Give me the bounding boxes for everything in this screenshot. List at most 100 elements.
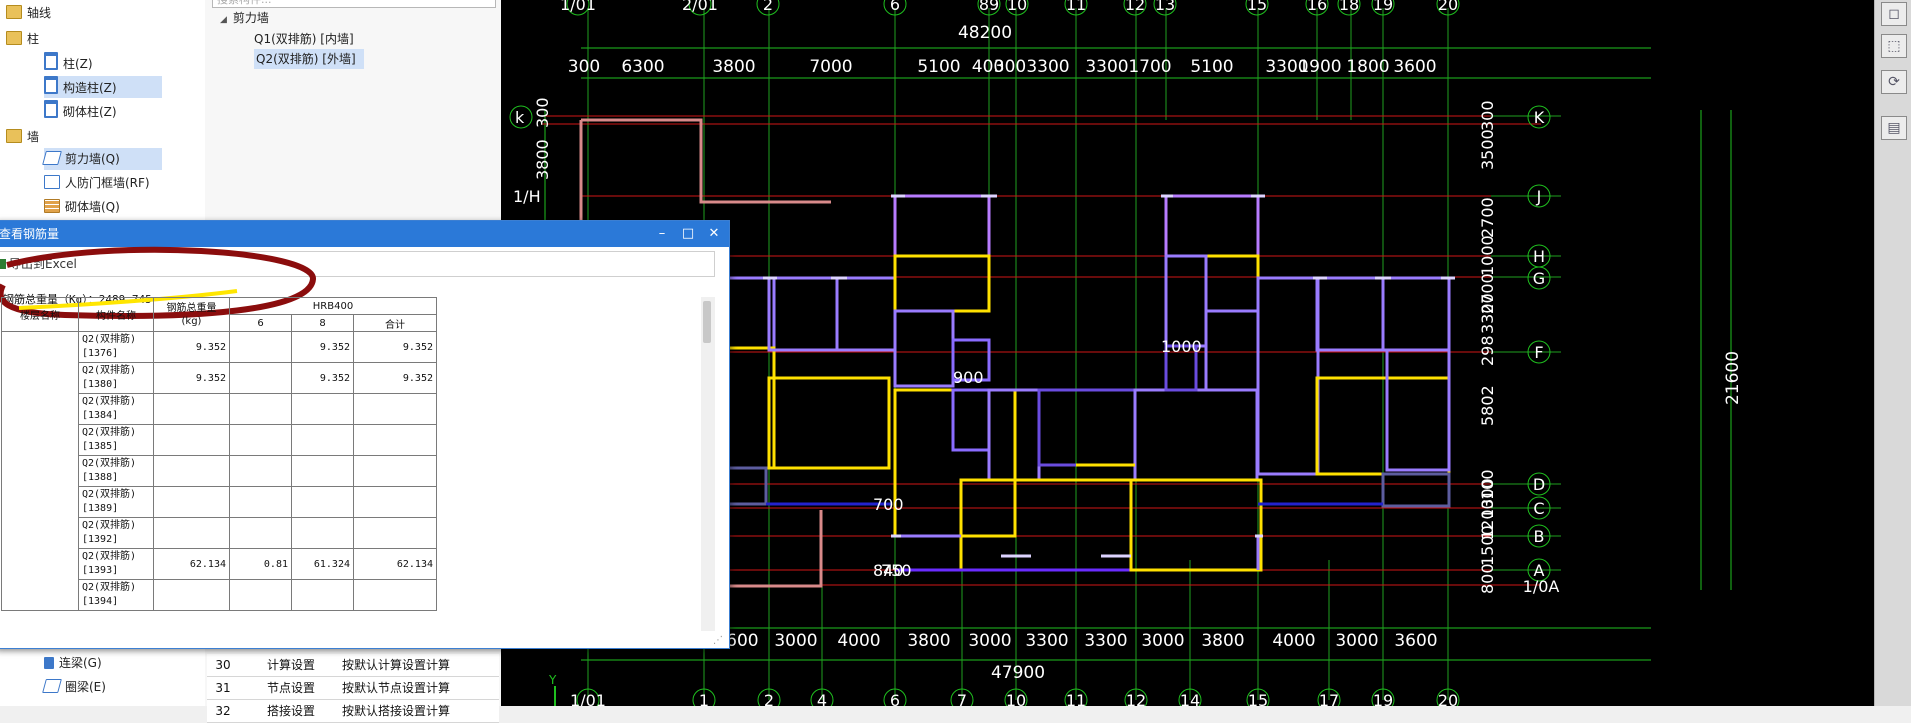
cell-component: Q2(双排筋)[1376] bbox=[78, 331, 154, 363]
close-icon[interactable]: ✕ bbox=[701, 221, 727, 247]
cell-weight: 9.352 bbox=[153, 331, 230, 363]
cube-view-icon[interactable]: ◻ bbox=[1881, 2, 1907, 26]
header-d8: 8 bbox=[291, 314, 354, 332]
dimension-label-top: 1700 bbox=[1128, 57, 1171, 77]
constructional-column-icon bbox=[44, 76, 58, 94]
cad-label: 700 bbox=[873, 495, 904, 514]
cell-d8 bbox=[291, 424, 354, 456]
axis-label-right: F bbox=[1534, 343, 1543, 362]
dimension-label-right: 5802 bbox=[1478, 385, 1497, 426]
property-row[interactable]: 30 计算设置 按默认计算设置计算 bbox=[207, 654, 499, 677]
property-row[interactable]: 32 搭接设置 按默认搭接设置计算 bbox=[207, 700, 499, 723]
cell-weight bbox=[153, 424, 230, 456]
chevron-down-icon: ◢ bbox=[220, 15, 227, 25]
dimension-label-top: 3300 bbox=[1085, 57, 1128, 77]
ring-beam-icon bbox=[42, 679, 62, 693]
cell-sum bbox=[353, 517, 437, 549]
cell-sum bbox=[353, 455, 437, 487]
dimension-label-right: 3300 bbox=[1478, 293, 1497, 334]
dimension-label-bottom: 3800 bbox=[907, 631, 950, 651]
cell-d6 bbox=[229, 424, 292, 456]
cell-component: Q2(双排筋)[1393] bbox=[78, 548, 154, 580]
axis-label-top: 16 bbox=[1307, 0, 1327, 14]
cell-weight bbox=[153, 455, 230, 487]
property-row[interactable]: 31 节点设置 按默认节点设置计算 bbox=[207, 677, 499, 700]
dimension-label-bottom: 3600 bbox=[1394, 631, 1437, 651]
dimension-label-top: 1900 bbox=[1298, 57, 1341, 77]
rotate-icon[interactable]: ⟳ bbox=[1881, 70, 1907, 94]
header-floor: 楼层名称 bbox=[1, 297, 79, 332]
dimension-label-top: 300 bbox=[994, 57, 1026, 77]
tree-item-column[interactable]: 柱(Z) bbox=[44, 52, 162, 74]
cell-component: Q2(双排筋)[1385] bbox=[78, 424, 154, 456]
cad-annotations: 1000 900 700 840 750 bbox=[873, 337, 1202, 580]
dimension-label-bottom: 3000 bbox=[1335, 631, 1378, 651]
axis-label-top: 11 bbox=[1066, 0, 1086, 14]
dimension-label-top: 1800 bbox=[1346, 57, 1389, 77]
axis-label-right: J bbox=[1536, 187, 1542, 206]
view-toolstrip: ◻ ⬚ ⟳ ▤ bbox=[1874, 0, 1911, 706]
top-total-dimension: 48200 bbox=[958, 23, 1012, 43]
tree-item-shear-wall[interactable]: 剪力墙(Q) bbox=[42, 148, 162, 170]
axis-label-bottom: 1/01 bbox=[570, 691, 606, 706]
tree-item-constructional-column[interactable]: 构造柱(Z) bbox=[44, 76, 162, 98]
view-3d-icon[interactable]: ⬚ bbox=[1881, 34, 1907, 58]
dimension-label-top: 6300 bbox=[621, 57, 664, 77]
shear-wall-icon bbox=[42, 151, 62, 165]
cell-sum bbox=[353, 486, 437, 518]
cell-component: Q2(双排筋)[1389] bbox=[78, 486, 154, 518]
tree-item-civil-defense-door-wall[interactable]: 人防门框墙(RF) bbox=[44, 172, 194, 194]
bottom-total-dimension: 47900 bbox=[991, 663, 1045, 683]
cell-sum: 9.352 bbox=[353, 362, 437, 394]
cell-d8 bbox=[291, 486, 354, 518]
axis-label-bottom: 1 bbox=[699, 691, 709, 706]
list-group-shear-wall[interactable]: ◢ 剪力墙 bbox=[220, 8, 490, 28]
axis-label-top: 1/01 bbox=[560, 0, 596, 14]
tree-item-column-group[interactable]: 柱 bbox=[6, 28, 201, 50]
cad-label: 900 bbox=[953, 368, 984, 387]
dimension-label-bottom: 4000 bbox=[837, 631, 880, 651]
cell-d6 bbox=[229, 331, 292, 363]
minimize-icon[interactable]: – bbox=[649, 221, 675, 247]
tree-item-ring-beam[interactable]: 圈梁(E) bbox=[42, 676, 194, 698]
cad-label: 1000 bbox=[1161, 337, 1202, 356]
cell-weight bbox=[153, 486, 230, 518]
axis-label-bottom: 10 bbox=[1006, 691, 1026, 706]
tree-item-masonry-wall[interactable]: 砌体墙(Q) bbox=[44, 196, 194, 218]
list-item[interactable]: Q2(双排筋) [外墙] bbox=[254, 49, 364, 69]
column-folder-icon bbox=[6, 31, 22, 45]
resize-grip-icon[interactable]: ⋰ bbox=[713, 635, 725, 647]
axis-label-right: C bbox=[1533, 499, 1544, 518]
table-row[interactable]: Q2(双排筋)[1376] 9.352 9.352 9.352 bbox=[1, 331, 437, 611]
dimension-label-right: 1500 bbox=[1478, 525, 1497, 566]
cell-d6 bbox=[229, 486, 292, 518]
list-item[interactable]: Q1(双排筋) [内墙] bbox=[254, 29, 364, 49]
dimension-label-top: 3300 bbox=[1026, 57, 1069, 77]
tree-item-masonry-column[interactable]: 砌体柱(Z) bbox=[44, 100, 162, 122]
maximize-icon[interactable]: □ bbox=[675, 221, 701, 247]
dimension-label-bottom: 3800 bbox=[1201, 631, 1244, 651]
dimension-label-bottom: 4000 bbox=[1272, 631, 1315, 651]
scrollbar-thumb[interactable] bbox=[703, 301, 711, 343]
cell-d6 bbox=[229, 517, 292, 549]
axis-label-bottom: 2 bbox=[764, 691, 774, 706]
dimension-label-right: 3500 bbox=[1478, 129, 1497, 170]
dimension-label-top: 5100 bbox=[917, 57, 960, 77]
tree-item-axis[interactable]: 轴线 bbox=[6, 2, 201, 24]
tree-item-wall-group[interactable]: 墙 bbox=[6, 126, 201, 148]
cell-d6 bbox=[229, 455, 292, 487]
dimension-label-right: 1000 bbox=[1478, 235, 1497, 276]
search-input[interactable]: 搜索构件... bbox=[212, 0, 496, 8]
axis-label-bottom: 14 bbox=[1180, 691, 1200, 706]
axis-label-top: 89 bbox=[979, 0, 999, 14]
axis-label-bottom: 12 bbox=[1126, 691, 1146, 706]
vertical-scrollbar[interactable] bbox=[701, 297, 715, 631]
tree-item-coupling-beam[interactable]: 连梁(G) bbox=[44, 652, 194, 674]
masonry-wall-icon bbox=[44, 199, 60, 213]
cell-weight bbox=[153, 579, 230, 611]
cell-d8: 61.324 bbox=[291, 548, 354, 580]
dimension-label-left: 3800 bbox=[533, 139, 552, 180]
cell-sum: 9.352 bbox=[353, 331, 437, 363]
layer-icon[interactable]: ▤ bbox=[1881, 116, 1907, 140]
axis-label-left: k bbox=[515, 108, 525, 127]
